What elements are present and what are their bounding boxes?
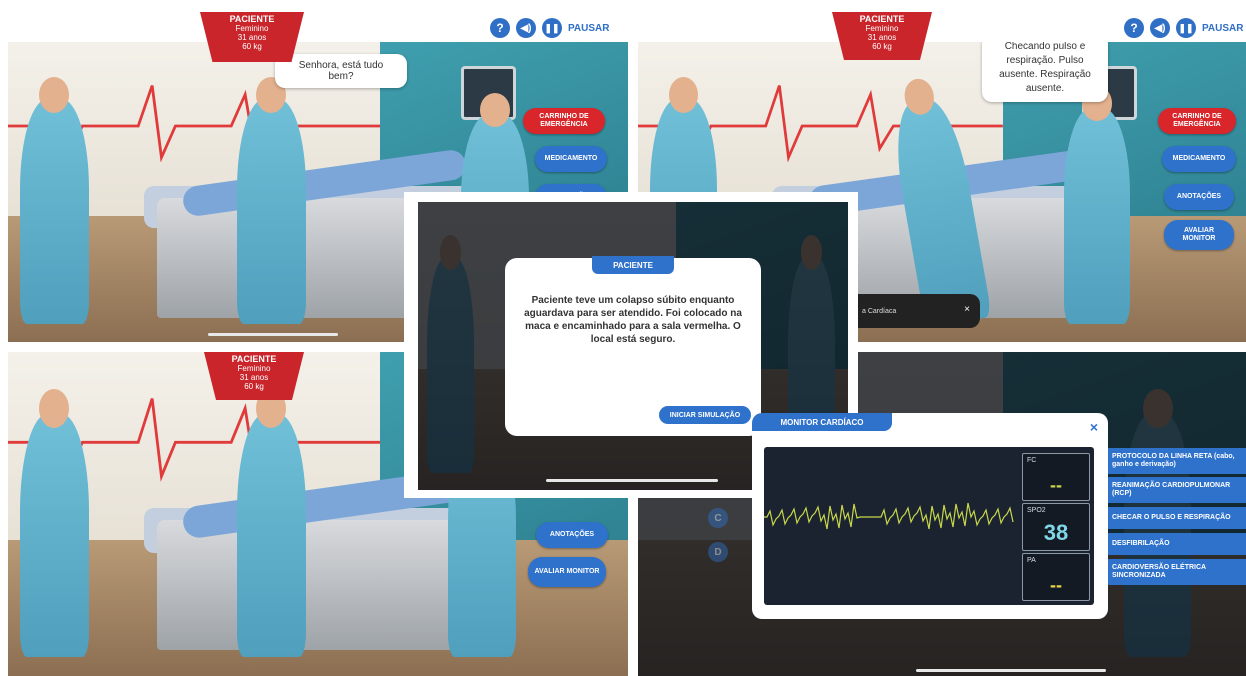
option-d-button[interactable]: D (708, 542, 728, 562)
option-label: PROTOCOLO DA LINHA RETA (cabo, ganho e d… (1112, 453, 1235, 468)
nurse-figure (1063, 86, 1131, 324)
speaker-icon: ◀) (520, 22, 532, 34)
pause-button[interactable]: ❚❚ (1176, 18, 1196, 38)
toast-text: a Cardíaca (862, 307, 897, 315)
pa-display: PA -- (1022, 553, 1090, 601)
option-check-pulse[interactable]: CHECAR O PULSO E RESPIRAÇÃO (1108, 507, 1246, 529)
option-c-button[interactable]: C (708, 508, 728, 528)
sound-button[interactable]: ◀) (1150, 18, 1170, 38)
emergency-cart-label: CARRINHO DE EMERGÊNCIA (1172, 113, 1222, 128)
nurse-figure (20, 76, 89, 324)
cardiac-monitor-modal: MONITOR CARDÍACO × FC -- SPO2 38 PA -- (752, 413, 1108, 619)
option-label: CHECAR O PULSO E RESPIRAÇÃO (1112, 514, 1231, 521)
pause-button[interactable]: ❚❚ (542, 18, 562, 38)
option-label: DESFIBRILAÇÃO (1112, 540, 1170, 547)
option-cpr[interactable]: REANIMAÇÃO CARDIOPULMONAR (RCP) (1108, 477, 1246, 503)
fc-value: -- (1050, 475, 1062, 495)
home-indicator (916, 669, 1106, 672)
option-d-label: D (714, 546, 722, 558)
spo2-label: SPO2 (1027, 507, 1046, 514)
doctor-figure (237, 389, 306, 657)
option-cardioversion[interactable]: CARDIOVERSÃO ELÉTRICA SINCRONIZADA (1108, 559, 1246, 585)
notes-label: ANOTAÇÕES (1176, 193, 1222, 200)
patient-tag: PACIENTE Feminino 31 anos 60 kg (832, 12, 932, 60)
medication-button[interactable]: MEDICAMENTO (535, 146, 607, 172)
patient-tag-sex: Feminino (865, 24, 899, 33)
fc-display: FC -- (1022, 453, 1090, 501)
patient-tag-weight: 60 kg (244, 382, 264, 391)
evaluate-monitor-label: AVALIAR MONITOR (1182, 227, 1216, 242)
pause-icon: ❚❚ (544, 22, 560, 33)
patient-tag-title: PACIENTE (859, 14, 905, 24)
speech-bubble: Checando pulso e respiração. Pulso ausen… (982, 42, 1108, 102)
monitor-screen: FC -- SPO2 38 PA -- (764, 447, 1094, 605)
ecg-trace (764, 502, 1014, 530)
help-button[interactable]: ? (1124, 18, 1144, 38)
start-simulation-button[interactable]: INICIAR SIMULAÇÃO (659, 406, 751, 424)
sound-button[interactable]: ◀) (516, 18, 536, 38)
patient-tag-title: PACIENTE (229, 14, 275, 24)
patient-tag-age: 31 anos (239, 373, 269, 382)
speech-bubble: Senhora, está tudo bem? (275, 54, 407, 88)
close-icon[interactable]: × (1090, 419, 1098, 435)
doctor-figure (237, 76, 306, 324)
patient-tag-weight: 60 kg (872, 42, 892, 51)
patient-tag: PACIENTE Feminino 31 anos 60 kg (200, 12, 304, 62)
speech-text: Checando pulso e respiração. Pulso ausen… (999, 42, 1091, 94)
notification-toast: a Cardíaca × (858, 294, 980, 328)
evaluate-monitor-button[interactable]: AVALIAR MONITOR (528, 557, 606, 587)
medication-button[interactable]: MEDICAMENTO (1162, 146, 1236, 172)
speech-text: Senhora, está tudo bem? (298, 60, 384, 82)
option-flatline-protocol[interactable]: PROTOCOLO DA LINHA RETA (cabo, ganho e d… (1108, 448, 1246, 474)
notes-button[interactable]: ANOTAÇÕES (1164, 184, 1234, 210)
medication-label: MEDICAMENTO (1172, 155, 1226, 162)
patient-description: Paciente teve um colapso súbito enquanto… (524, 295, 742, 345)
modal-tab: PACIENTE (592, 256, 674, 274)
emergency-cart-label: CARRINHO DE EMERGÊNCIA (539, 113, 589, 128)
help-button[interactable]: ? (490, 18, 510, 38)
fc-label: FC (1027, 457, 1037, 464)
evaluate-monitor-button[interactable]: AVALIAR MONITOR (1164, 220, 1234, 250)
evaluate-monitor-label: AVALIAR MONITOR (534, 568, 600, 575)
monitor-tab: MONITOR CARDÍACO (752, 413, 892, 431)
toast-close-button[interactable]: × (964, 304, 970, 315)
top-controls: ? ◀) ❚❚ PAUSAR (490, 18, 609, 38)
pause-icon: ❚❚ (1178, 22, 1194, 33)
patient-tag-weight: 60 kg (242, 42, 262, 51)
top-controls: ? ◀) ❚❚ PAUSAR (1124, 18, 1243, 38)
patient-tag-sex: Feminino (237, 364, 271, 373)
notes-button[interactable]: ANOTAÇÕES (536, 522, 608, 548)
patient-tag-age: 31 anos (867, 33, 897, 42)
home-indicator (546, 479, 718, 482)
spo2-display: SPO2 38 (1022, 503, 1090, 551)
medication-label: MEDICAMENTO (544, 155, 598, 162)
emergency-cart-button[interactable]: CARRINHO DE EMERGÊNCIA (1158, 108, 1236, 134)
notes-label: ANOTAÇÕES (549, 531, 595, 538)
home-indicator (208, 333, 338, 336)
pa-value: -- (1050, 575, 1062, 595)
pa-label: PA (1027, 557, 1036, 564)
patient-tag-title: PACIENTE (231, 354, 277, 364)
speaker-icon: ◀) (1154, 22, 1166, 34)
stretcher (156, 520, 480, 651)
spo2-value: 38 (1043, 520, 1069, 545)
patient-info-modal: PACIENTE Paciente teve um colapso súbito… (505, 256, 761, 436)
patient-tag-sex: Feminino (235, 24, 269, 33)
emergency-cart-button[interactable]: CARRINHO DE EMERGÊNCIA (523, 108, 605, 134)
pause-label[interactable]: PAUSAR (568, 23, 609, 34)
nurse-figure (20, 389, 89, 657)
option-defibrillation[interactable]: DESFIBRILAÇÃO (1108, 533, 1246, 555)
patient-tag: PACIENTE Feminino 31 anos 60 kg (204, 352, 304, 400)
pause-label[interactable]: PAUSAR (1202, 23, 1243, 34)
option-label: REANIMAÇÃO CARDIOPULMONAR (RCP) (1112, 482, 1231, 497)
option-c-label: C (714, 512, 722, 524)
patient-tag-age: 31 anos (237, 33, 267, 42)
option-label: CARDIOVERSÃO ELÉTRICA SINCRONIZADA (1112, 564, 1206, 579)
